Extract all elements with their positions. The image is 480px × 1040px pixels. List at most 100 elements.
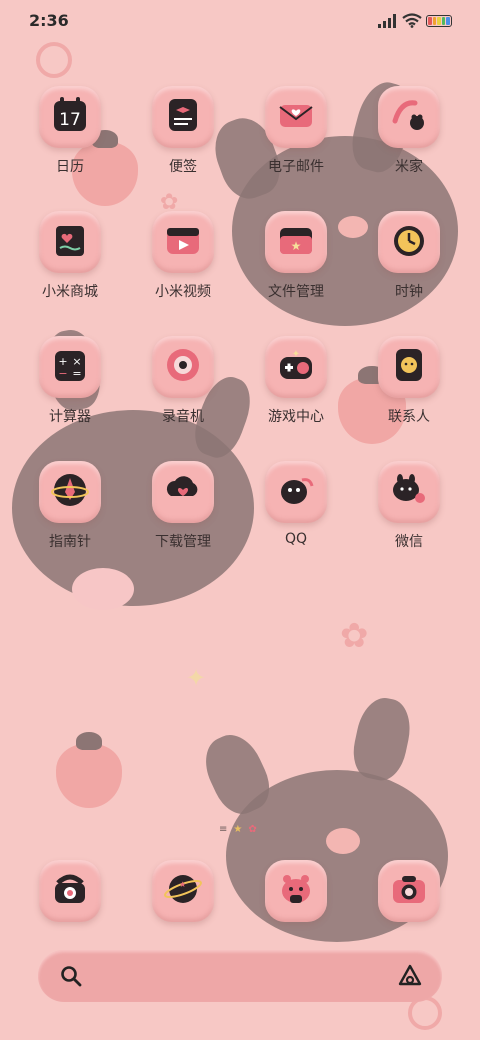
app-icon-tile[interactable] — [39, 211, 101, 273]
app-label: 电子邮件 — [268, 159, 324, 175]
status-bar: 2:36 — [0, 0, 480, 42]
status-time: 2:36 — [29, 11, 69, 30]
app-label: 时钟 — [395, 284, 423, 300]
app-icon-tile[interactable] — [152, 86, 214, 148]
phone-icon — [50, 869, 90, 913]
svg-text:★: ★ — [179, 880, 186, 889]
dock-camera[interactable] — [359, 860, 459, 922]
page-indicator[interactable]: ≡ ★ ✿ — [219, 822, 257, 836]
app-icon-tile[interactable] — [378, 461, 440, 523]
dock-icon-tile[interactable]: ★ — [152, 860, 214, 922]
app-notes[interactable]: 便签 — [133, 86, 233, 176]
search-bar[interactable] — [38, 950, 442, 1002]
calculator-icon: + × − = — [50, 345, 90, 389]
app-label: 文件管理 — [268, 284, 324, 300]
app-icon-tile[interactable]: + × − = — [39, 336, 101, 398]
recorder-icon — [163, 345, 203, 389]
mail-icon — [276, 95, 316, 139]
app-icon-tile[interactable]: ★ — [265, 211, 327, 273]
bow-decoration — [72, 568, 134, 610]
svg-text:17: 17 — [59, 110, 81, 130]
app-label: 日历 — [56, 159, 84, 175]
app-label: 微信 — [395, 534, 423, 550]
wechat-icon — [389, 470, 429, 514]
sparkle-decoration: ✦ — [186, 664, 207, 692]
app-file-manager[interactable]: ★ 文件管理 — [246, 211, 346, 301]
calendar-icon: 17 — [50, 95, 90, 139]
file-manager-icon: ★ — [276, 220, 316, 264]
dock-icon-tile[interactable] — [265, 860, 327, 922]
app-mail[interactable]: 电子邮件 — [246, 86, 346, 176]
flower-decoration: ✿ — [340, 616, 369, 656]
app-wechat[interactable]: 微信 — [359, 461, 459, 551]
app-icon-tile[interactable] — [378, 336, 440, 398]
svg-text:−: − — [58, 367, 67, 380]
battery-segment — [446, 17, 450, 25]
app-icon-tile[interactable]: ✦ — [265, 336, 327, 398]
app-label: 指南针 — [49, 534, 91, 550]
clock-icon — [389, 220, 429, 264]
battery-icon — [426, 15, 452, 27]
app-label: 游戏中心 — [268, 409, 324, 425]
compass-icon — [50, 470, 90, 514]
app-calculator[interactable]: + × − = 计算器 — [20, 336, 120, 426]
app-video[interactable]: 小米视频 — [133, 211, 233, 301]
app-clock[interactable]: 时钟 — [359, 211, 459, 301]
assistant-icon[interactable] — [397, 963, 423, 989]
svg-text:=: = — [72, 367, 81, 380]
app-icon-tile[interactable] — [378, 211, 440, 273]
page-list-icon: ≡ — [219, 823, 228, 835]
strawberry-decoration — [56, 732, 122, 808]
app-mi-home[interactable]: 米家 — [359, 86, 459, 176]
app-label: 小米商城 — [42, 284, 98, 300]
app-icon-tile[interactable] — [152, 461, 214, 523]
app-label: 小米视频 — [155, 284, 211, 300]
dock-phone[interactable] — [20, 860, 120, 922]
download-icon — [163, 470, 203, 514]
app-label: 下载管理 — [155, 534, 211, 550]
app-icon-tile[interactable] — [152, 211, 214, 273]
svg-text:★: ★ — [291, 239, 302, 253]
app-icon-tile[interactable] — [265, 461, 327, 523]
app-compass[interactable]: 指南针 — [20, 461, 120, 551]
app-download[interactable]: 下载管理 — [133, 461, 233, 551]
dock-icon-tile[interactable] — [378, 860, 440, 922]
browser-icon: ★ — [163, 869, 203, 913]
dock-browser[interactable]: ★ — [133, 860, 233, 922]
notes-icon — [163, 95, 203, 139]
app-icon-tile[interactable] — [152, 336, 214, 398]
battery-segment — [437, 17, 441, 25]
battery-segment — [432, 17, 437, 25]
wifi-icon — [402, 13, 422, 28]
search-icon — [61, 966, 82, 987]
contacts-icon — [389, 345, 429, 389]
mi-store-icon — [50, 220, 90, 264]
page-dot: ✿ — [248, 823, 257, 835]
signal-icon — [378, 14, 396, 28]
app-icon-tile[interactable] — [265, 86, 327, 148]
app-label: QQ — [284, 531, 308, 547]
app-contacts[interactable]: 联系人 — [359, 336, 459, 426]
app-recorder[interactable]: 录音机 — [133, 336, 233, 426]
dock-messages[interactable] — [246, 860, 346, 922]
camera-icon — [389, 869, 429, 913]
app-calendar[interactable]: 17 日历 — [20, 86, 120, 176]
qq-icon — [276, 470, 316, 514]
app-icon-tile[interactable] — [39, 461, 101, 523]
app-label: 录音机 — [162, 409, 204, 425]
app-icon-tile[interactable] — [378, 86, 440, 148]
dock-icon-tile[interactable] — [39, 860, 101, 922]
app-label: 计算器 — [49, 409, 91, 425]
battery-segment — [428, 17, 432, 25]
page-dot-active: ★ — [233, 823, 243, 835]
app-icon-tile[interactable]: 17 — [39, 86, 101, 148]
app-mi-store[interactable]: 小米商城 — [20, 211, 120, 301]
mi-home-icon — [389, 95, 429, 139]
svg-text:✦: ✦ — [292, 349, 300, 360]
bunny-mouth — [326, 828, 360, 854]
app-qq[interactable]: QQ — [246, 461, 346, 547]
app-game-center[interactable]: ✦ 游戏中心 — [246, 336, 346, 426]
app-label: 便签 — [169, 159, 197, 175]
game-center-icon: ✦ — [276, 345, 316, 389]
swirl-decoration — [36, 42, 72, 78]
